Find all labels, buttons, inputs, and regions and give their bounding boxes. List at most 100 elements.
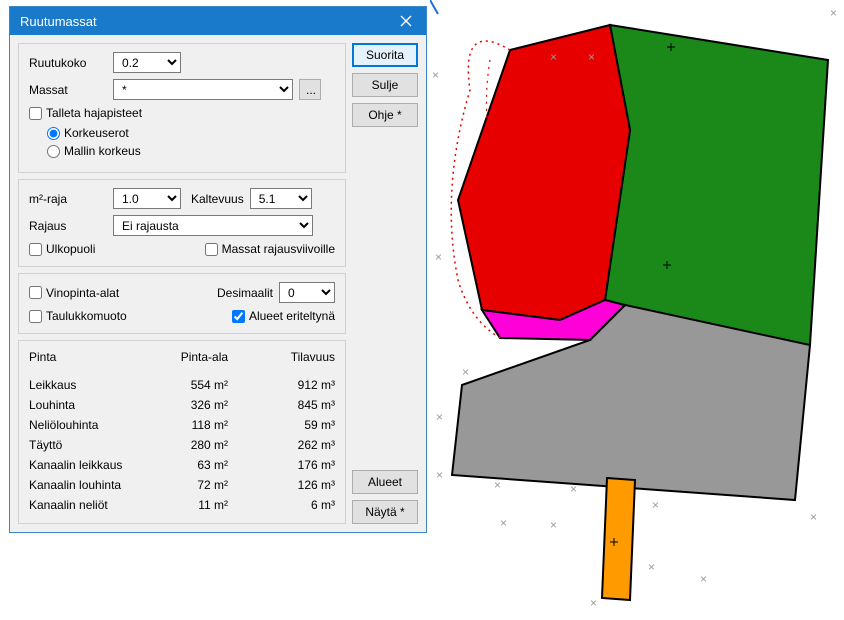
korkeuserot-radio-input[interactable] xyxy=(47,127,60,140)
titlebar[interactable]: Ruutumassat xyxy=(10,7,426,35)
massat-rajaus-checkbox[interactable]: Massat rajausviivoille xyxy=(205,242,335,256)
ulkopuoli-checkbox[interactable]: Ulkopuoli xyxy=(29,242,95,256)
alueet-eriteltyna-checkbox[interactable]: Alueet eriteltynä xyxy=(232,309,335,323)
cross-marker-icon: × xyxy=(570,482,577,496)
cell-name: Kanaalin leikkaus xyxy=(29,458,145,472)
massat-label: Massat xyxy=(29,83,107,97)
mallin-korkeus-label: Mallin korkeus xyxy=(64,144,141,158)
m2raja-label: m²-raja xyxy=(29,192,107,206)
ruutukoko-label: Ruutukoko xyxy=(29,56,107,70)
cell-vol: 262 m³ xyxy=(252,438,335,452)
taulukko-label: Taulukkomuoto xyxy=(46,309,127,323)
dialog-title: Ruutumassat xyxy=(20,14,97,29)
desimaalit-label: Desimaalit xyxy=(217,286,273,300)
close-icon xyxy=(400,15,412,27)
cell-name: Kanaalin neliöt xyxy=(29,498,145,512)
alueet-eriteltyna-checkbox-input[interactable] xyxy=(232,310,245,323)
talleta-checkbox-input[interactable] xyxy=(29,107,42,120)
massat-browse-button[interactable]: ... xyxy=(299,79,321,100)
table-row: Kanaalin neliöt11 m²6 m³ xyxy=(29,495,335,515)
close-button[interactable] xyxy=(386,7,426,35)
cell-name: Kanaalin louhinta xyxy=(29,478,145,492)
cell-area: 63 m² xyxy=(145,458,252,472)
cross-marker-icon: × xyxy=(500,516,507,530)
cross-marker-icon: × xyxy=(588,50,595,64)
cell-name: Neliölouhinta xyxy=(29,418,145,432)
cell-area: 118 m² xyxy=(145,418,252,432)
drawing-canvas[interactable]: × × × × × × × × × × × × × × × × × xyxy=(430,0,844,617)
cell-area: 280 m² xyxy=(145,438,252,452)
taulukko-checkbox[interactable]: Taulukkomuoto xyxy=(29,309,127,323)
ulkopuoli-checkbox-input[interactable] xyxy=(29,243,42,256)
table-row: Louhinta326 m²845 m³ xyxy=(29,395,335,415)
table-row: Neliölouhinta118 m²59 m³ xyxy=(29,415,335,435)
korkeuserot-label: Korkeuserot xyxy=(64,126,129,140)
cell-name: Täyttö xyxy=(29,438,145,452)
cross-marker-icon: × xyxy=(550,50,557,64)
cross-marker-icon: × xyxy=(652,498,659,512)
ohje-button[interactable]: Ohje * xyxy=(352,103,418,127)
results-table: Pinta Pinta-ala Tilavuus Leikkaus554 m²9… xyxy=(18,340,346,524)
cell-area: 11 m² xyxy=(145,498,252,512)
cross-marker-icon: × xyxy=(432,68,439,82)
th-pinta-ala: Pinta-ala xyxy=(145,350,252,364)
cell-name: Leikkaus xyxy=(29,378,145,392)
dialog-body: Ruutukoko 0.2 Massat * ... Talleta hajap… xyxy=(10,35,426,532)
group-format: Vinopinta-alat Desimaalit 0 Taulukkomuot… xyxy=(18,273,346,334)
cell-name: Louhinta xyxy=(29,398,145,412)
cell-vol: 912 m³ xyxy=(252,378,335,392)
sulje-button[interactable]: Sulje xyxy=(352,73,418,97)
massat-rajaus-label: Massat rajausviivoille xyxy=(222,242,335,256)
rajaus-label: Rajaus xyxy=(29,219,107,233)
cross-marker-icon: × xyxy=(810,510,817,524)
massat-rajaus-checkbox-input[interactable] xyxy=(205,243,218,256)
alueet-eriteltyna-label: Alueet eriteltynä xyxy=(249,309,335,323)
cross-marker-icon: × xyxy=(435,250,442,264)
taulukko-checkbox-input[interactable] xyxy=(29,310,42,323)
th-tilavuus: Tilavuus xyxy=(252,350,335,364)
mallin-korkeus-radio[interactable]: Mallin korkeus xyxy=(47,144,335,158)
table-row: Kanaalin louhinta72 m²126 m³ xyxy=(29,475,335,495)
cell-area: 72 m² xyxy=(145,478,252,492)
mallin-korkeus-radio-input[interactable] xyxy=(47,145,60,158)
cell-area: 554 m² xyxy=(145,378,252,392)
left-column: Ruutukoko 0.2 Massat * ... Talleta hajap… xyxy=(18,43,346,524)
cell-vol: 845 m³ xyxy=(252,398,335,412)
suorita-button[interactable]: Suorita xyxy=(352,43,418,67)
right-column: Suorita Sulje Ohje * Alueet Näytä * xyxy=(352,43,418,524)
massat-select[interactable]: * xyxy=(113,79,293,100)
ulkopuoli-label: Ulkopuoli xyxy=(46,242,95,256)
nayta-button[interactable]: Näytä * xyxy=(352,500,418,524)
cross-marker-icon: × xyxy=(436,410,443,424)
korkeuserot-radio[interactable]: Korkeuserot xyxy=(47,126,335,140)
talleta-checkbox[interactable]: Talleta hajapisteet xyxy=(29,106,335,120)
cross-marker-icon: × xyxy=(550,518,557,532)
alueet-button[interactable]: Alueet xyxy=(352,470,418,494)
table-row: Leikkaus554 m²912 m³ xyxy=(29,375,335,395)
cell-area: 326 m² xyxy=(145,398,252,412)
table-row: Kanaalin leikkaus63 m²176 m³ xyxy=(29,455,335,475)
cross-marker-icon: × xyxy=(830,6,837,20)
cell-vol: 6 m³ xyxy=(252,498,335,512)
cell-vol: 59 m³ xyxy=(252,418,335,432)
table-header: Pinta Pinta-ala Tilavuus xyxy=(29,347,335,367)
vinopinta-checkbox-input[interactable] xyxy=(29,286,42,299)
m2raja-select[interactable]: 1.0 xyxy=(113,188,181,209)
vinopinta-label: Vinopinta-alat xyxy=(46,286,119,300)
cross-marker-icon: × xyxy=(590,596,597,610)
kaltevuus-select[interactable]: 5.1 xyxy=(250,188,312,209)
cross-marker-icon: × xyxy=(700,572,707,586)
ruutukoko-select[interactable]: 0.2 xyxy=(113,52,181,73)
vinopinta-checkbox[interactable]: Vinopinta-alat xyxy=(29,286,119,300)
desimaalit-select[interactable]: 0 xyxy=(279,282,335,303)
kaltevuus-label: Kaltevuus xyxy=(191,192,244,206)
rajaus-select[interactable]: Ei rajausta xyxy=(113,215,313,236)
cross-marker-icon: × xyxy=(436,468,443,482)
dialog-ruutumassat: Ruutumassat Ruutukoko 0.2 Massat * ... T… xyxy=(9,6,427,533)
talleta-label: Talleta hajapisteet xyxy=(46,106,142,120)
th-pinta: Pinta xyxy=(29,350,145,364)
cell-vol: 176 m³ xyxy=(252,458,335,472)
group-raja: m²-raja 1.0 Kaltevuus 5.1 Rajaus Ei raja… xyxy=(18,179,346,267)
group-basic: Ruutukoko 0.2 Massat * ... Talleta hajap… xyxy=(18,43,346,173)
cell-vol: 126 m³ xyxy=(252,478,335,492)
